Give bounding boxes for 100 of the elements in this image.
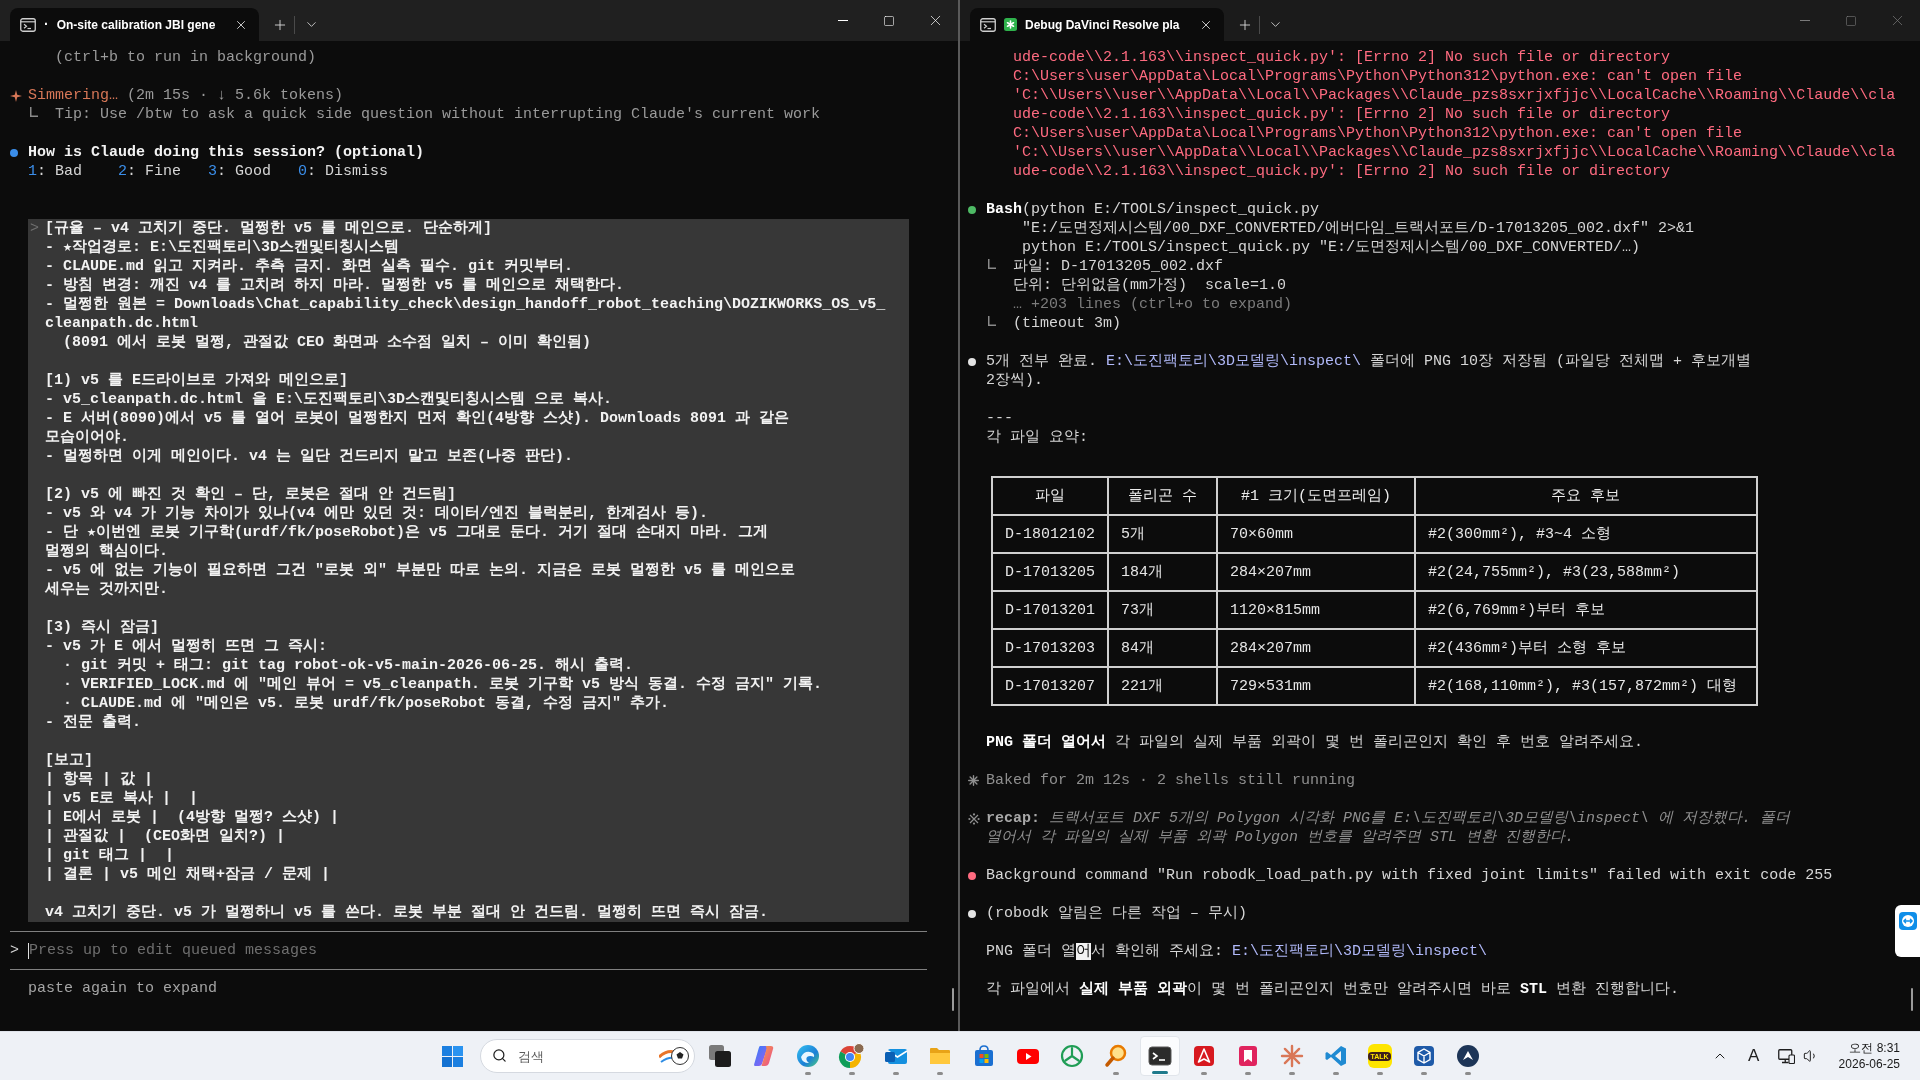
- clock[interactable]: 오전 8:31 2026-06-25: [1832, 1036, 1906, 1076]
- pasted-line: [1) v5 를 E드라이브로 가져와 메인으로]: [45, 371, 349, 390]
- pasted-line: | 관절값 | (CEO화면 일치?) |: [45, 827, 286, 846]
- message-text: 각 파일 요약:: [986, 428, 1088, 447]
- rating-option[interactable]: 0: Dismiss: [298, 162, 389, 181]
- message-text: 5개 전부 완료. E:\도진팩토리\3D모델링\inspect\ 폴더에 PNG 10장 저장됨 (파일당 전체맵 + 후보개별 2장씩).: [986, 352, 1752, 390]
- maximize-icon: [883, 14, 895, 27]
- background-hint: (ctrl+b to run in background): [55, 49, 317, 66]
- table-cell: 84개: [1108, 629, 1217, 667]
- maximize-icon: [1845, 14, 1857, 27]
- pasted-line: - v5 에 없는 기능이 필요하면 그건 "로봇 외" 부분만 따로 논의. 지금은 로봇 멀쩡한 v5 를 메인으로 세우는 것까지만.: [45, 561, 796, 599]
- corner-icon: [988, 259, 996, 269]
- pasted-line: [2) v5 에 빠진 것 확인 – 단, 로봇은 절대 안 건드림]: [45, 485, 457, 504]
- terminal-icon: [20, 17, 36, 32]
- code-ribbon-icon: [1323, 1044, 1348, 1068]
- timing-text: Baked for 2m 12s · 2 shells still running: [986, 771, 1356, 790]
- table-cell: 73개: [1108, 591, 1217, 629]
- pasted-line: · VERIFIED_LOCK.md 에 "메인 뷰어 = v5_cleanpath. 로봇 기구학 v5 방식 동결. 수정 금지" 기록.: [63, 675, 823, 694]
- pasted-line: [3) 즉시 잠금]: [45, 618, 160, 637]
- output-text: 파일: D-17013205_002.dxf: [1013, 257, 1224, 276]
- pasted-line: - ★작업경로: E:\도진팩토리\3D스캔및티칭시스템: [45, 238, 400, 257]
- bullet-icon: [10, 148, 18, 157]
- pasted-line: | 항목 | 값 |: [45, 770, 154, 789]
- starburst-icon: [1279, 1044, 1304, 1068]
- scrollbar-thumb[interactable]: [952, 988, 954, 1011]
- pasted-line: (8091 에서 로봇 멀쩡, 관절값 CEO 화면과 소수점 일치 – 이미 확인됨): [63, 333, 592, 352]
- triangle-tile-icon: [1191, 1044, 1216, 1068]
- collapsed-lines-hint[interactable]: … +203 lines (ctrl+o to expand): [1013, 295, 1293, 314]
- arrow-circle-icon: [1455, 1044, 1480, 1068]
- message-text: Background command "Run robodk_load_path.py with fixed joint limits" failed with exit code 255: [986, 866, 1833, 885]
- pasted-line: - 단 ★이번엔 로봇 기구학(urdf/fk/poseRobot)은 v5 그대로 둔다. 거기 절대 손대지 마라. 그게 멀쩡의 핵심이다.: [45, 523, 769, 561]
- terminal-icon: [1147, 1044, 1172, 1068]
- pasted-line: v4 고치기 중단. v5 가 멀쩡하니 v5 를 쓴다. 로봇 부분 절대 안 건드림. 멀쩡히 뜨면 즉시 잠금.: [45, 903, 769, 922]
- pasted-line: [보고]: [45, 751, 94, 770]
- pasted-line: - E 서버(8090)에서 v5 를 열어 로봇이 멀쩡한지 먼저 확인(4방향 스샷). Downloads 8091 과 같은 모습이어야.: [45, 409, 790, 447]
- rating-option[interactable]: 2: Fine: [118, 162, 182, 181]
- table-cell: D-17013205: [992, 553, 1108, 591]
- side-panel-tab[interactable]: [1895, 905, 1920, 957]
- pasted-line: - CLAUDE.md 읽고 지켜라. 추측 금지. 화면 실측 필수. git 커밋부터.: [45, 257, 574, 276]
- overlapping-squares-icon: [707, 1044, 732, 1068]
- table-cell: D-18012102: [992, 515, 1108, 553]
- search-icon: [491, 1048, 507, 1063]
- pasted-line: - v5 가 E 에서 멀쩡히 뜨면 그 즉시:: [45, 637, 328, 656]
- minimize-icon: [1800, 20, 1810, 21]
- monitor-icon: [1777, 1048, 1795, 1064]
- message-input[interactable]: Press up to edit queued messages: [29, 941, 927, 960]
- terminal-icon: [980, 17, 996, 32]
- column-header: 파일: [992, 477, 1108, 515]
- four-squares-icon: [442, 1045, 463, 1067]
- pasted-line: | E에서 로봇 | (4방향 멀쩡? 스샷) |: [45, 808, 340, 827]
- pasted-line: - 멀쩡하면 이게 메인이다. v4 는 일단 건드리지 말고 보존(나중 판단).: [45, 447, 574, 466]
- minimize-icon: [838, 20, 848, 21]
- pasted-line: - 전문 출력.: [45, 713, 142, 732]
- table-cell: #2(300mm²), #3~4 소형: [1415, 515, 1757, 553]
- error-output: ude-code\\2.1.163\\inspect_quick.py': [Errno 2] No such file or directory C:\Users\user\AppData\Local\Programs\Python\Python312\python.exe: can't open file 'C:\\Users\\user\\AppData\\Local\\Packages\\Claude_pzs8sxrjxfjjc\\LocalCache\\Roaming\\Claude\\cla ude-code\\2.1.163\\inspect_quick.py': [Errno 2] No such file or directory C:\Users\user\AppData\Local\Programs\Python\Python312\python.exe: can't open file 'C:\\Users\\user\\AppData\\Local\\Packages\\Claude_pzs8sxrjxfjjc\\LocalCache\\Roaming\\Claude\\cla ude-code\\2.1.163\\inspect_quick.py': [Errno 2] No such file or directory: [1013, 48, 1896, 181]
- taskbar-button[interactable]: [1139, 1036, 1180, 1076]
- command-text: Bash(python E:/TOOLS/inspect_quick.py "E:/도면정제시스템/00_DXF_CONVERTED/에버다임_트랙서포트/D-17013205_002.dxf" 2>&1 python E:/TOOLS/inspect_quick.py "E:/도면정제시스템/00_DXF_CONVERTED/…): [986, 200, 1695, 257]
- column-header: 주요 후보: [1415, 477, 1757, 515]
- message-text: (robodk 알림은 다른 작업 – 무시): [986, 904, 1248, 923]
- four-point-star-icon: [10, 89, 22, 102]
- search-field[interactable]: 검색: [479, 1039, 695, 1073]
- table-cell: D-17013203: [992, 629, 1108, 667]
- rating-option[interactable]: 3: Good: [208, 162, 272, 181]
- table-cell: 729×531mm: [1217, 667, 1415, 705]
- color-wheel-icon: [838, 1043, 865, 1069]
- recap-text: recap: 트랙서포트 DXF 5개의 Polygon 시각화 PNG를 E:\도진팩토리\3D모델링\inspect\ 에 저장했다. 폴더 열어서 각 파일의 실제 부품 외곽 Polygon 번호를 알려주면 STL 변환 진행한다.: [986, 809, 1791, 847]
- table-cell: 284×207mm: [1217, 553, 1415, 591]
- table-cell: 70×60mm: [1217, 515, 1415, 553]
- column-header: #1 크기(도면프레임): [1217, 477, 1415, 515]
- terminal-tab[interactable]: · On-site calibration JBI gene: [10, 8, 260, 41]
- circle-spokes-icon: [1059, 1044, 1084, 1068]
- table-cell: D-17013207: [992, 667, 1108, 705]
- message-text: PNG 폴더 열어서 각 파일의 실제 부품 외곽이 몇 번 폴리곤인지 확인 후 번호 알려주세요.: [986, 733, 1644, 752]
- pasted-line: | v5 E로 복사 | |: [45, 789, 199, 808]
- scrollbar-thumb[interactable]: [1911, 988, 1913, 1011]
- corner-icon: [30, 107, 38, 117]
- pasted-line: - 멀쩡한 원본 = Downloads\Chat_capability_check\design_handoff_robot_teaching\DOZIKWORKS_OS_v5_ cleanpath.dc.html: [45, 295, 886, 333]
- terminal-tab[interactable]: Debug DaVinci Resolve pla: [970, 8, 1224, 41]
- table-cell: 221개: [1108, 667, 1217, 705]
- table-cell: #2(24,755mm²), #3(23,588mm²): [1415, 553, 1757, 591]
- table-cell: 284×207mm: [1217, 629, 1415, 667]
- double-arrow-icon: [1898, 912, 1917, 930]
- slanted-bars-icon: [751, 1044, 776, 1068]
- pasted-line: | git 태그 | |: [45, 846, 175, 865]
- table-cell: #2(6,769mm²)부터 후보: [1415, 591, 1757, 629]
- wave-circle-icon: [795, 1044, 820, 1068]
- table-cell: #2(436mm²)부터 소형 후보: [1415, 629, 1757, 667]
- magnifier-icon: [1103, 1044, 1128, 1068]
- table-cell: 1120×815mm: [1217, 591, 1415, 629]
- input-mode-button[interactable]: A: [1739, 1036, 1768, 1076]
- survey-question: How is Claude doing this session? (optional): [28, 143, 425, 162]
- prompt-marker: >: [30, 219, 39, 238]
- pasted-line: · CLAUDE.md 에 "메인은 v5. 로봇 urdf/fk/poseRobot 동결, 수정 금지" 추가.: [63, 694, 670, 713]
- reference-mark-icon: [968, 812, 980, 825]
- table-cell: D-17013201: [992, 591, 1108, 629]
- asterisk-icon: [968, 775, 979, 786]
- pasted-line: - v5 와 v4 가 기능 차이가 있나(v4 에만 있던 것: 데이터/엔진 블럭분리, 한계검사 등).: [45, 504, 709, 523]
- paste-hint: paste again to expand: [28, 980, 218, 997]
- markdown-rule: ---: [986, 410, 1013, 427]
- rating-option[interactable]: 1: Bad: [28, 162, 83, 181]
